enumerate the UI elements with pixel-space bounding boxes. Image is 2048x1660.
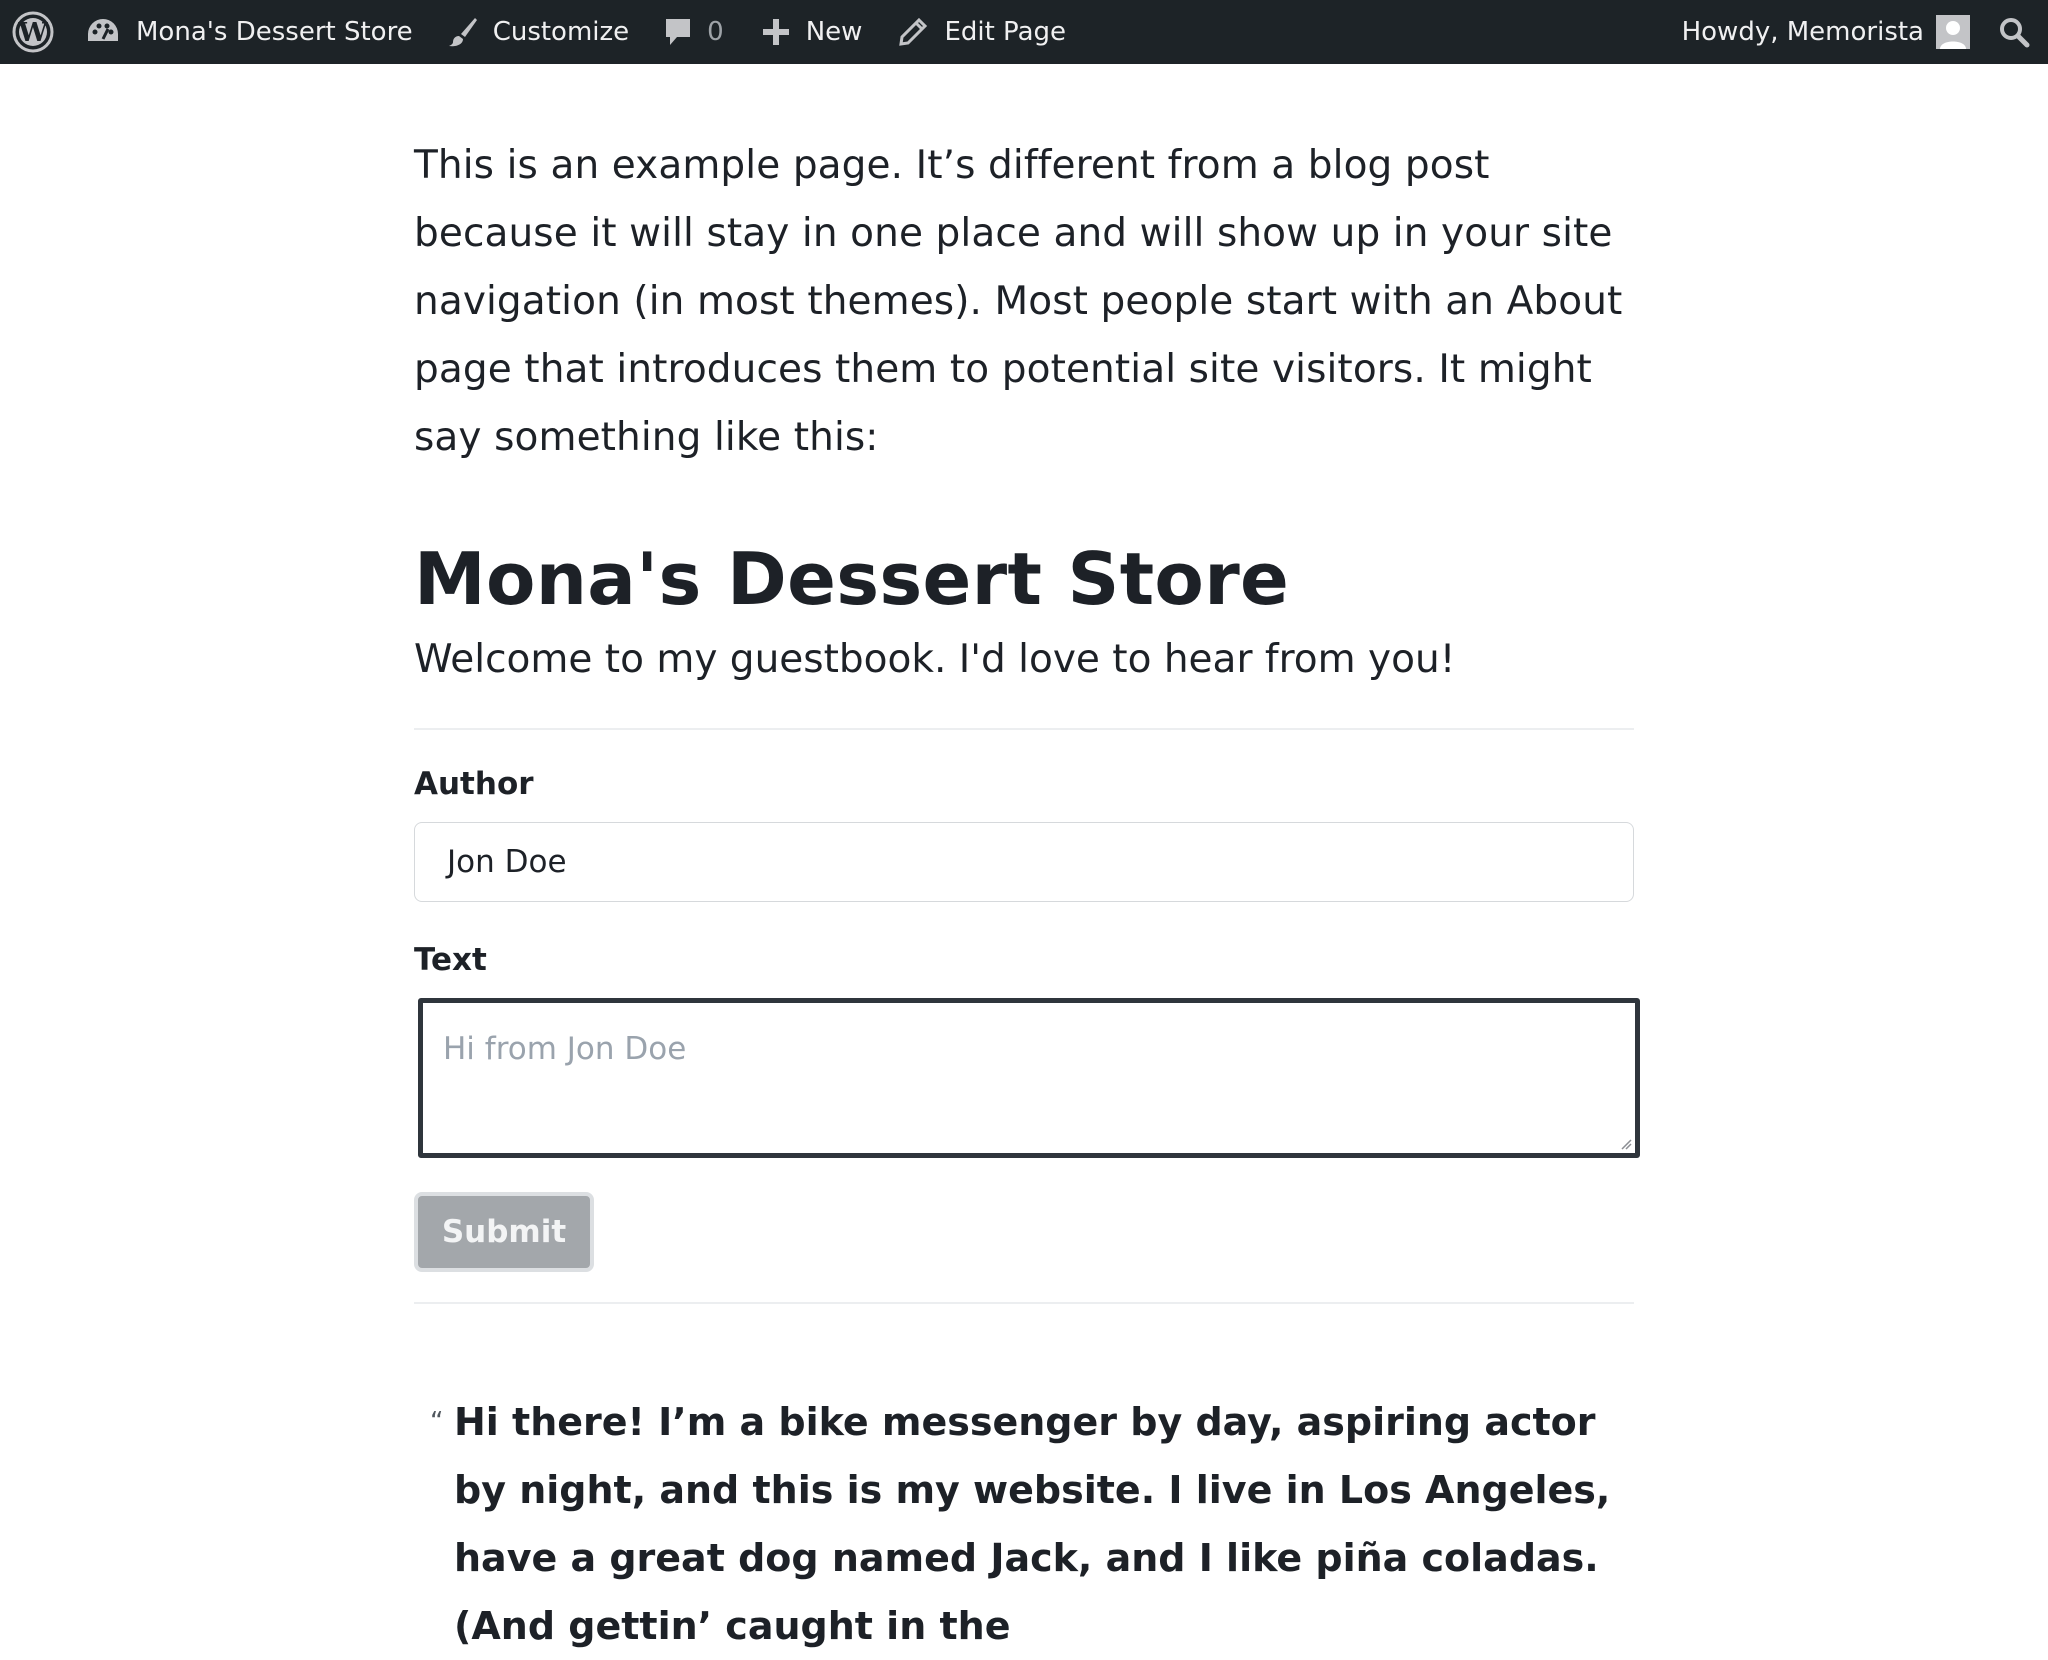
comment-bubble-icon	[663, 16, 693, 48]
site-name-label: Mona's Dessert Store	[136, 17, 413, 47]
quote-text: Hi there! I’m a bike messenger by day, a…	[454, 1400, 1611, 1648]
quote-mark-icon: “	[430, 1407, 444, 1437]
message-placeholder: Hi from Jon Doe	[443, 1031, 687, 1067]
about-quote: “ Hi there! I’m a bike messenger by day,…	[414, 1388, 1634, 1660]
guestbook-form: Author Jon Doe Text Hi from Jon Doe Subm…	[414, 764, 1640, 1272]
author-input[interactable]: Jon Doe	[414, 822, 1634, 902]
author-label: Author	[414, 766, 534, 802]
dashboard-icon	[86, 17, 120, 47]
submit-button[interactable]: Submit	[414, 1192, 594, 1272]
customize-label: Customize	[492, 17, 630, 47]
resize-handle-icon[interactable]	[1620, 1138, 1632, 1150]
comments-count: 0	[707, 17, 724, 47]
divider	[414, 1302, 1634, 1304]
customize-link[interactable]: Customize	[427, 0, 643, 64]
user-avatar-icon	[1936, 15, 1970, 49]
page-title: Mona's Dessert Store	[414, 537, 1290, 621]
edit-page-link[interactable]: Edit Page	[876, 0, 1080, 64]
paintbrush-icon	[447, 16, 479, 48]
my-account-link[interactable]: Howdy, Memorista	[1668, 0, 1984, 64]
admin-bar: W Mona's Dessert Store Customize 0 New E…	[0, 0, 2048, 64]
text-label: Text	[414, 942, 487, 978]
plus-icon	[762, 18, 790, 46]
site-name-link[interactable]: Mona's Dessert Store	[68, 0, 427, 64]
new-content-link[interactable]: New	[738, 0, 877, 64]
edit-page-label: Edit Page	[944, 17, 1066, 47]
wordpress-logo-icon[interactable]: W	[0, 0, 68, 64]
page-content: This is an example page. It’s different …	[414, 64, 1640, 1660]
greeting-label: Howdy, Memorista	[1681, 17, 1924, 47]
comments-link[interactable]: 0	[643, 0, 738, 64]
search-icon[interactable]	[1984, 0, 2048, 64]
intro-paragraph: This is an example page. It’s different …	[414, 143, 1623, 460]
new-label: New	[805, 17, 863, 47]
divider	[414, 728, 1634, 730]
pencil-icon	[898, 17, 928, 47]
svg-text:W: W	[17, 18, 48, 48]
welcome-text: Welcome to my guestbook. I'd love to hea…	[414, 637, 1456, 682]
message-textarea[interactable]: Hi from Jon Doe	[418, 998, 1640, 1158]
